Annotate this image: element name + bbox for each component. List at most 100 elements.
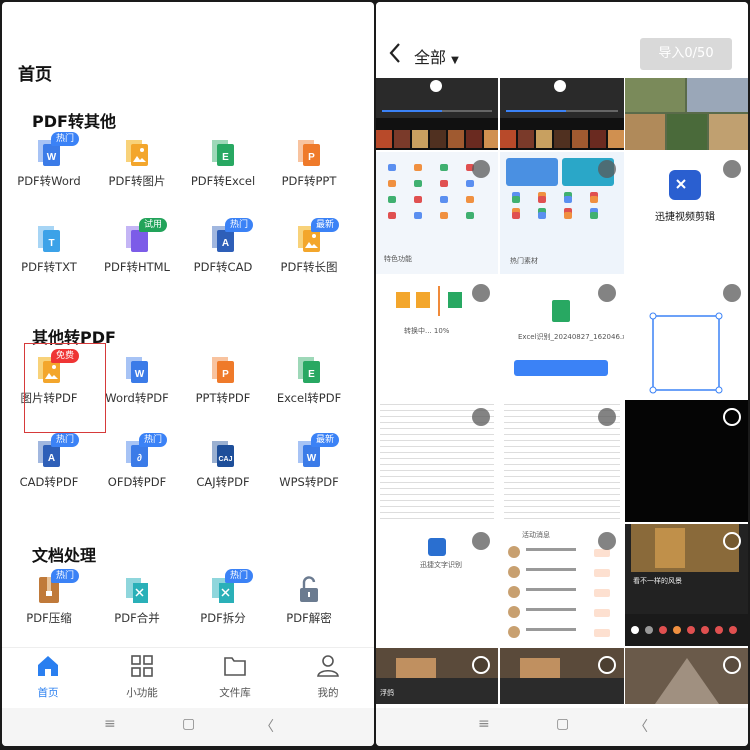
photo-thumbnail[interactable] [625,400,748,522]
long-image-icon: 最新 [295,218,340,254]
tool-image-doc[interactable]: PDF转图片 [94,130,180,200]
section-title-doc-processing: 文档处理 [32,546,97,565]
photo-thumbnail[interactable] [625,78,748,150]
tool-wps-to-pdf[interactable]: W 最新 WPS转PDF [266,431,352,501]
thumbnail-text: 转换中... 10% [404,327,450,335]
tool-label: Word转PDF [105,391,169,405]
nav-label: 我的 [317,687,339,699]
photo-thumbnail[interactable]: Excel识别_20240827_162046.xls [500,276,624,398]
txt-doc-icon: T [35,224,63,254]
badge: 热门 [225,569,254,583]
select-checkbox[interactable] [472,160,490,178]
photo-thumbnail[interactable] [500,648,624,704]
nav-label: 文件库 [219,687,251,699]
tool-cad-to-pdf[interactable]: A 热门 CAD转PDF [6,431,92,501]
select-checkbox[interactable] [723,532,741,550]
tool-txt-doc[interactable]: T PDF转TXT [6,216,92,286]
ofd-to-pdf-icon: ∂ 热门 [123,433,168,469]
system-nav-bar: ≡ ▢ 〈 [2,708,374,746]
section-title-pdf-to-other: PDF转其他 [32,112,116,131]
photo-thumbnail[interactable]: 热门素材 [500,152,624,274]
select-checkbox[interactable] [723,160,741,178]
left-screen: 首页 PDF转其他 W 热门 PDF转Word PDF转图片 E PDF转Excel P PD… [2,2,374,746]
cad-to-pdf-icon: A 热门 [35,433,80,469]
tool-zip[interactable]: 热门 PDF压缩 [6,567,92,637]
tool-caj-to-pdf[interactable]: CAJ CAJ转PDF [180,431,266,501]
photo-thumbnail[interactable]: 转换中... 10% [376,276,498,398]
select-checkbox[interactable] [723,656,741,674]
album-filter[interactable]: 全部 ▼ [414,44,459,68]
thumbnail-text: 浮鸽 [380,689,394,697]
tool-label: PDF转图片 [108,174,166,188]
svg-text:E: E [308,369,315,380]
select-checkbox[interactable] [598,160,616,178]
badge: 热门 [51,433,80,447]
select-checkbox[interactable] [472,656,490,674]
tool-excel-to-pdf[interactable]: E Excel转PDF [266,347,352,417]
select-checkbox[interactable] [598,284,616,302]
tool-split[interactable]: 热门 PDF拆分 [180,567,266,637]
tool-label: PDF转长图 [280,260,338,274]
tool-word-to-pdf[interactable]: W Word转PDF [94,347,180,417]
photo-thumbnail[interactable] [625,276,748,398]
tool-label: PDF合并 [114,611,160,625]
tool-ppt-doc[interactable]: P PDF转PPT [266,130,352,200]
select-checkbox[interactable] [598,408,616,426]
photo-thumbnail[interactable] [376,400,498,522]
svg-text:W: W [47,152,57,163]
back-arrow-icon[interactable] [388,42,402,64]
photo-thumbnail[interactable]: 浮鸽 [376,648,498,704]
tool-excel-doc[interactable]: E PDF转Excel [180,130,266,200]
photo-thumbnail[interactable]: 迅捷文字识别 [376,524,498,646]
right-screen: 全部 ▼ 导入0/50 特色功能 热门素材 迅捷视频剪辑转换中... 10% Exce… [376,2,748,746]
bottom-nav: 首页 小功能 文件库 我的 [2,647,374,707]
tool-ppt-to-pdf[interactable]: P PPT转PDF [180,347,266,417]
photo-thumbnail[interactable]: 看不一样的风景 [625,524,748,646]
menu-key[interactable]: ≡ [478,716,490,732]
excel-to-pdf-icon: E [295,355,323,385]
photo-thumbnail[interactable] [376,78,498,150]
select-checkbox[interactable] [472,284,490,302]
tool-ofd-to-pdf[interactable]: ∂ 热门 OFD转PDF [94,431,180,501]
photo-thumbnail[interactable]: 活动消息 [500,524,624,646]
back-key[interactable]: 〈 [260,716,274,736]
select-checkbox[interactable] [472,408,490,426]
select-checkbox[interactable] [598,656,616,674]
home-key[interactable]: ▢ [182,716,195,732]
photo-thumbnail[interactable] [625,648,748,704]
ppt-to-pdf-icon: P [209,355,237,385]
tool-unlock[interactable]: PDF解密 [266,567,352,637]
tool-label: PDF转TXT [21,260,77,274]
menu-key[interactable]: ≡ [104,716,116,732]
home-key[interactable]: ▢ [556,716,569,732]
folder-icon [224,657,246,676]
nav-home[interactable]: 首页 [18,654,78,700]
photo-thumbnail[interactable]: 特色功能 [376,152,498,274]
tool-long-image[interactable]: 最新 PDF转长图 [266,216,352,286]
photo-thumbnail[interactable]: 迅捷视频剪辑 [625,152,748,274]
import-button[interactable]: 导入0/50 [640,38,732,70]
tool-cad-doc[interactable]: A 热门 PDF转CAD [180,216,266,286]
tool-html-doc[interactable]: 试用 PDF转HTML [94,216,180,286]
nav-mine[interactable]: 我的 [298,654,358,700]
back-key[interactable]: 〈 [634,716,648,736]
select-checkbox[interactable] [472,532,490,550]
ppt-doc-icon: P [295,138,323,168]
nav-files[interactable]: 文件库 [205,654,265,700]
badge: 最新 [311,433,340,447]
photo-thumbnail[interactable] [500,78,624,150]
tool-merge[interactable]: PDF合并 [94,567,180,637]
tool-label: PDF转CAD [193,260,253,274]
select-checkbox[interactable] [723,408,741,426]
nav-tools[interactable]: 小功能 [112,654,172,700]
svg-text:W: W [135,369,145,380]
select-checkbox[interactable] [598,532,616,550]
merge-icon [123,575,151,605]
select-checkbox[interactable] [723,284,741,302]
svg-text:A: A [48,453,55,464]
selected-highlight [24,343,106,433]
thumbnail-text: 特色功能 [384,255,412,263]
tool-word-doc[interactable]: W 热门 PDF转Word [6,130,92,200]
user-icon [317,655,339,677]
photo-thumbnail[interactable] [500,400,624,522]
